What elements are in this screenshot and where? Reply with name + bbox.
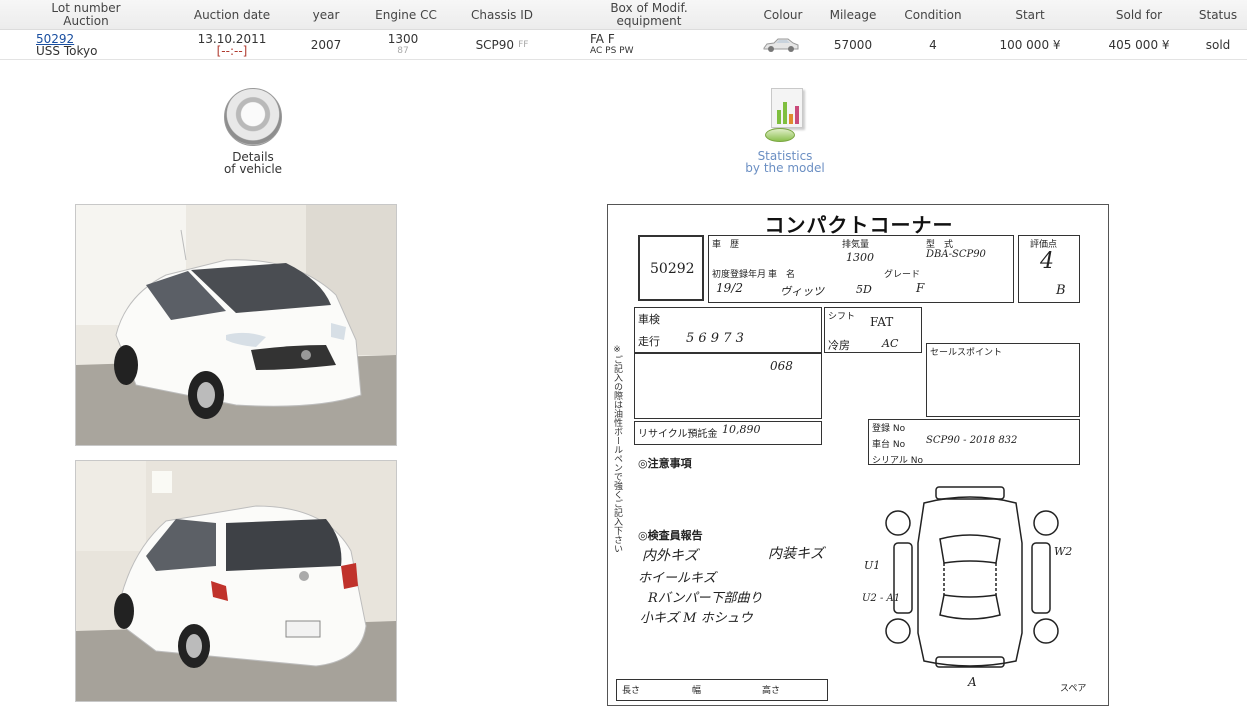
chassis-value: SCP90 [475, 38, 515, 52]
box-cell: FA F AC PS PW [590, 30, 680, 60]
sheet-hw-name: ヴィッツ [780, 285, 824, 298]
mileage-value: 57000 [833, 38, 873, 52]
sheet-hw-size-a: A [968, 675, 977, 689]
sheet-label-notes: ◎注意事項 [638, 457, 692, 470]
chassis-cell: SCP90 FF [460, 30, 544, 60]
condition-value: 4 [929, 38, 937, 52]
sheet-label-spare: スペア [1060, 684, 1087, 694]
sheet-label-run: 走行 [638, 335, 660, 348]
col-colour[interactable]: Colour [752, 0, 814, 30]
statistics-action[interactable]: Statistics by the model [734, 86, 836, 174]
details-action[interactable]: Details of vehicle [210, 88, 296, 175]
sheet-hw-doors: 5D [856, 283, 872, 296]
sheet-hw-grade: F [916, 281, 925, 295]
table-header: Lot number Auction Auction date year Eng… [0, 0, 1247, 30]
sheet-label-chassis-no: 車台 No [872, 440, 906, 450]
sheet-size-box [616, 679, 828, 701]
sheet-hw-score: 4 [1040, 249, 1054, 274]
table-row[interactable]: 50292 USS Tokyo 13.10.2011 [--:--] 2007 … [0, 30, 1247, 60]
sheet-label-car-name: 車 名 [768, 270, 796, 280]
sheet-label-first-reg: 初度登録年月 [712, 270, 767, 280]
auction-time: [--:--] [216, 44, 248, 58]
sheet-label-sales-point: セールスポイント [930, 348, 1003, 358]
sheet-label-recycle: リサイクル預託金 [638, 429, 718, 440]
sheet-vertical-note: ※ご記入の際は油性ボールペンで強くご記入下さい [612, 345, 622, 553]
car-silhouette-icon [763, 38, 799, 52]
drive-value: FF [518, 40, 529, 50]
sheet-hw-chassis-no: SCP90 - 2018 832 [926, 435, 1018, 446]
sheet-hw-note-4: 小キズ M ホシュウ [640, 611, 753, 626]
sheet-label-inspector: ◎検査員報告 [638, 529, 703, 542]
col-box-modif[interactable]: Box of Modif. equipment [590, 0, 708, 30]
equipment-value: AC PS PW [590, 46, 634, 56]
col-chassis-id[interactable]: Chassis ID [460, 0, 544, 30]
statistics-chart-icon[interactable] [765, 86, 805, 144]
sheet-hw-note-3: Rバンパー下部曲り [648, 591, 763, 606]
sheet-hw-label-u2: U2 - A1 [862, 593, 901, 604]
vehicle-photo-rear[interactable] [75, 460, 397, 702]
steering-wheel-icon[interactable] [224, 88, 282, 146]
sheet-label-reg-no: 登録 No [872, 424, 906, 434]
col-start[interactable]: Start [1000, 0, 1060, 30]
auction-sheet[interactable]: コンパクトコーナー ※ご記入の際は油性ボールペンで強くご記入下さい 50292 … [607, 204, 1109, 706]
sheet-mileage-box [634, 307, 822, 353]
sheet-label-inspection: 車検 [638, 313, 660, 326]
col-engine-cc[interactable]: Engine CC [366, 0, 446, 30]
sheet-hw-ac: AC [882, 337, 899, 350]
lot-cell: 50292 USS Tokyo [36, 30, 116, 60]
engine-cc-value: 1300 [387, 32, 419, 46]
sheet-label-serial-no: シリアル No [872, 456, 924, 466]
start-price: 100 000 ¥ [999, 38, 1061, 52]
sheet-hw-colour: 068 [770, 359, 793, 373]
sheet-label-shift: シフト [828, 312, 856, 322]
sheet-hw-mileage: 5 6 9 7 3 [686, 331, 744, 346]
sheet-label-history: 車 歴 [712, 240, 740, 250]
statistics-label-2[interactable]: by the model [734, 162, 836, 174]
sheet-label-height: 高さ [762, 686, 781, 696]
box-value: FA F [590, 32, 615, 46]
sheet-hw-model: DBA-SCP90 [926, 249, 986, 260]
status-badge: sold [1205, 38, 1231, 52]
sheet-car-diagram [885, 486, 1059, 668]
col-status[interactable]: Status [1192, 0, 1244, 30]
sheet-colour-box [634, 353, 822, 419]
engine-sub-value: 87 [397, 46, 409, 56]
col-lot-auction[interactable]: Lot number Auction [20, 0, 152, 30]
sheet-hw-note-1: 内外キズ [642, 548, 698, 564]
sheet-label-width: 幅 [692, 686, 702, 696]
auction-name: USS Tokyo [36, 44, 98, 58]
colour-cell [760, 30, 802, 60]
sheet-hw-note-2: ホイールキズ [638, 571, 717, 586]
sheet-hw-label-w: W2 [1054, 545, 1073, 558]
auction-date-cell: 13.10.2011 [--:--] [180, 30, 284, 60]
vehicle-photo-front[interactable] [75, 204, 397, 446]
col-condition[interactable]: Condition [898, 0, 968, 30]
sheet-hw-note-5: 内装キズ [768, 546, 824, 562]
sheet-label-ac: 冷房 [828, 339, 850, 352]
details-label-2[interactable]: of vehicle [210, 163, 296, 175]
sheet-hw-recycle: 10,890 [722, 423, 761, 436]
sheet-lot-number: 50292 [650, 261, 695, 277]
sheet-label-grade: グレード [884, 270, 921, 280]
sheet-hw-label-u1: U1 [864, 559, 881, 572]
col-auction-date[interactable]: Auction date [180, 0, 284, 30]
sheet-label-displacement: 排気量 [842, 240, 870, 250]
sold-price: 405 000 ¥ [1108, 38, 1170, 52]
engine-cell: 1300 87 [366, 30, 440, 60]
col-sold-for[interactable]: Sold for [1106, 0, 1172, 30]
year-value: 2007 [310, 38, 342, 52]
sheet-hw-first-reg: 19/2 [716, 281, 743, 295]
col-year[interactable]: year [300, 0, 352, 30]
sheet-label-length: 長さ [622, 686, 641, 696]
sheet-hw-displacement: 1300 [846, 251, 874, 264]
col-mileage[interactable]: Mileage [822, 0, 884, 30]
sheet-hw-interior: B [1056, 283, 1066, 298]
sheet-title: コンパクトコーナー [764, 213, 954, 237]
sheet-hw-shift: FAT [870, 315, 894, 329]
